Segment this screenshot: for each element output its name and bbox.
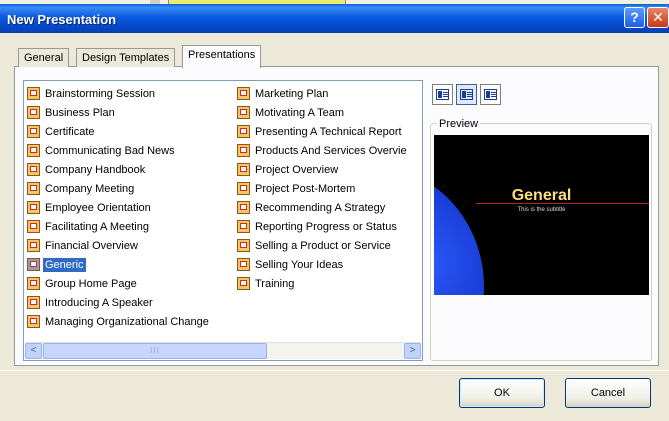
list-item-label: Group Home Page xyxy=(45,277,137,290)
preview-thumbnail: General This is the subtitle xyxy=(434,135,649,295)
list-item[interactable]: Reporting Progress or Status xyxy=(237,217,422,236)
presentation-file-icon xyxy=(237,106,250,119)
large-icons-view-icon xyxy=(436,89,449,100)
close-button[interactable]: ✕ xyxy=(647,7,669,28)
list-item-label: Certificate xyxy=(45,125,95,138)
presentation-file-icon xyxy=(237,277,250,290)
list-item[interactable]: Introducing A Speaker xyxy=(27,293,235,312)
preview-slide-subtitle: This is the subtitle xyxy=(517,207,566,213)
list-item[interactable]: Facilitating A Meeting xyxy=(27,217,235,236)
list-column-2: Marketing Plan Motivating A Team Presentin… xyxy=(237,84,422,293)
template-list[interactable]: Brainstorming Session Business Plan Certif… xyxy=(23,80,423,361)
list-item-label: Project Overview xyxy=(255,163,339,176)
list-item[interactable]: Project Post-Mortem xyxy=(237,179,422,198)
list-item-label: Brainstorming Session xyxy=(45,87,156,100)
presentation-file-icon xyxy=(27,296,40,309)
list-item[interactable]: Brainstorming Session xyxy=(27,84,235,103)
presentation-file-icon xyxy=(237,125,250,138)
list-item[interactable]: Presenting A Technical Report xyxy=(237,122,422,141)
large-icons-view-button[interactable] xyxy=(432,84,453,105)
tab-design-templates[interactable]: Design Templates xyxy=(76,48,176,67)
details-view-icon xyxy=(484,89,497,100)
list-item-label: Motivating A Team xyxy=(255,106,345,119)
list-item-label: Company Meeting xyxy=(45,182,135,195)
presentation-file-icon xyxy=(237,258,250,271)
list-item[interactable]: Recommending A Strategy xyxy=(237,198,422,217)
title-bar[interactable]: New Presentation ? ✕ xyxy=(0,4,669,33)
list-item-label: Financial Overview xyxy=(45,239,138,252)
presentation-file-icon xyxy=(27,258,40,271)
tab-general[interactable]: General xyxy=(18,48,70,67)
list-item[interactable]: Managing Organizational Change xyxy=(27,312,235,331)
window-title: New Presentation xyxy=(7,12,117,27)
list-item[interactable]: Training xyxy=(237,274,422,293)
list-item-label: Company Handbook xyxy=(45,163,146,176)
presentation-file-icon xyxy=(237,182,250,195)
presentation-file-icon xyxy=(27,182,40,195)
horizontal-scrollbar[interactable]: < III > xyxy=(25,342,421,359)
presentation-file-icon xyxy=(27,277,40,290)
list-item[interactable]: Motivating A Team xyxy=(237,103,422,122)
scroll-right-button[interactable]: > xyxy=(404,343,421,359)
presentation-file-icon xyxy=(27,125,40,138)
list-item-label: Communicating Bad News xyxy=(45,144,175,157)
list-item[interactable]: Selling Your Ideas xyxy=(237,255,422,274)
list-view-button[interactable] xyxy=(456,84,477,105)
list-item[interactable]: Selling a Product or Service xyxy=(237,236,422,255)
list-item-label: Selling a Product or Service xyxy=(255,239,391,252)
presentation-file-icon xyxy=(27,144,40,157)
presentation-file-icon xyxy=(237,220,250,233)
list-item[interactable]: Generic xyxy=(27,255,235,274)
list-item[interactable]: Project Overview xyxy=(237,160,422,179)
list-item[interactable]: Communicating Bad News xyxy=(27,141,235,160)
presentation-file-icon xyxy=(237,239,250,252)
preview-label: Preview xyxy=(437,118,481,130)
presentation-file-icon xyxy=(27,220,40,233)
tab-presentations[interactable]: Presentations xyxy=(182,45,262,68)
list-item[interactable]: Financial Overview xyxy=(27,236,235,255)
list-item-label: Employee Orientation xyxy=(45,201,151,214)
list-item[interactable]: Certificate xyxy=(27,122,235,141)
list-item-label: Business Plan xyxy=(45,106,115,119)
list-view-icon xyxy=(460,89,473,100)
list-item-label: Products And Services Overvie xyxy=(255,144,407,157)
list-item[interactable]: Company Handbook xyxy=(27,160,235,179)
preview-slide-title: General xyxy=(511,187,572,204)
presentation-file-icon xyxy=(27,201,40,214)
list-item-label: Reporting Progress or Status xyxy=(255,220,397,233)
list-item-label: Generic xyxy=(43,257,86,272)
scroll-left-button[interactable]: < xyxy=(25,343,42,359)
list-item-label: Training xyxy=(255,277,295,290)
scroll-thumb[interactable]: III xyxy=(43,343,267,359)
presentation-file-icon xyxy=(27,239,40,252)
presentation-file-icon xyxy=(27,163,40,176)
list-item[interactable]: Marketing Plan xyxy=(237,84,422,103)
presentation-file-icon xyxy=(237,201,250,214)
presentation-file-icon xyxy=(237,144,250,157)
list-item[interactable]: Business Plan xyxy=(27,103,235,122)
list-item-label: Facilitating A Meeting xyxy=(45,220,149,233)
list-item-label: Presenting A Technical Report xyxy=(255,125,402,138)
presentation-file-icon xyxy=(27,87,40,100)
presentation-file-icon xyxy=(27,315,40,328)
presentation-file-icon xyxy=(237,163,250,176)
list-column-1: Brainstorming Session Business Plan Certif… xyxy=(27,84,235,331)
details-view-button[interactable] xyxy=(480,84,501,105)
list-item-label: Marketing Plan xyxy=(255,87,329,100)
ok-button[interactable]: OK xyxy=(459,378,545,408)
list-item-label: Introducing A Speaker xyxy=(45,296,153,309)
cancel-button[interactable]: Cancel xyxy=(565,378,651,408)
list-item-label: Managing Organizational Change xyxy=(45,315,209,328)
footer-divider xyxy=(0,370,669,371)
presentation-file-icon xyxy=(237,87,250,100)
list-item[interactable]: Employee Orientation xyxy=(27,198,235,217)
list-item-label: Selling Your Ideas xyxy=(255,258,344,271)
help-button[interactable]: ? xyxy=(624,7,645,28)
list-item[interactable]: Products And Services Overvie xyxy=(237,141,422,160)
presentation-file-icon xyxy=(27,106,40,119)
list-item-label: Project Post-Mortem xyxy=(255,182,356,195)
list-item[interactable]: Group Home Page xyxy=(27,274,235,293)
list-item[interactable]: Company Meeting xyxy=(27,179,235,198)
list-item-label: Recommending A Strategy xyxy=(255,201,386,214)
